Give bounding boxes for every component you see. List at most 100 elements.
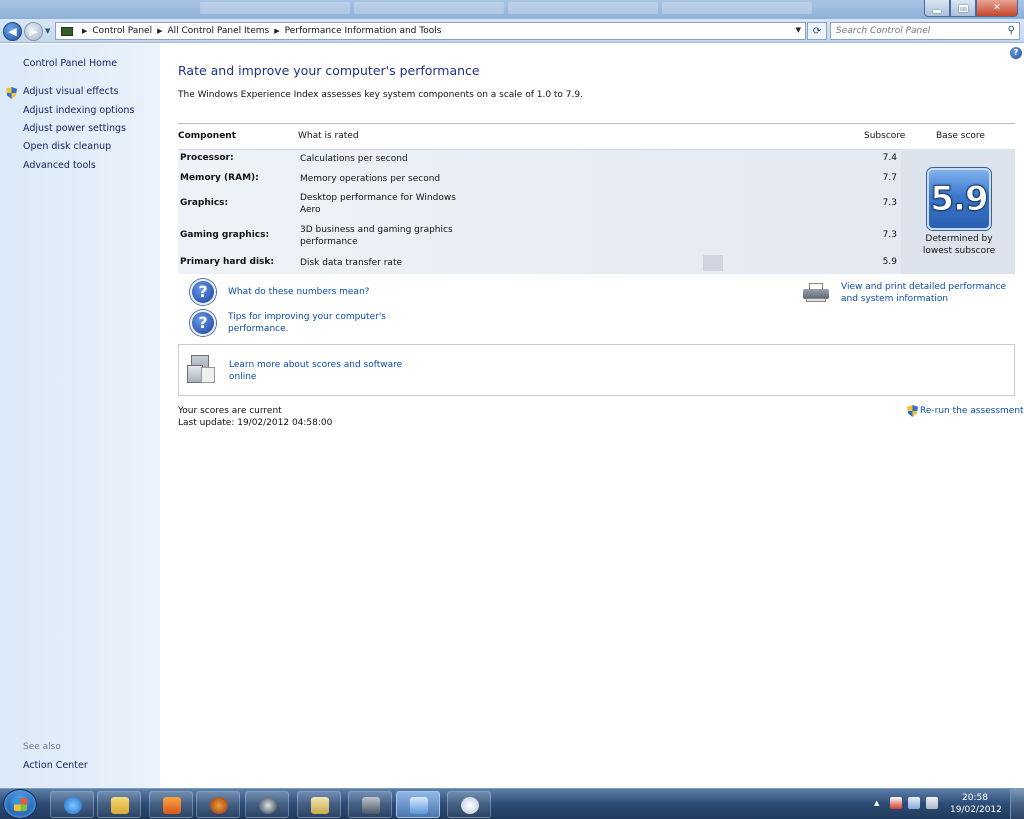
- background-window-tabs: [200, 2, 812, 14]
- last-update-text: Last update: 19/02/2012 04:58:00: [178, 418, 333, 428]
- software-box-icon: [187, 355, 215, 385]
- sidebar-control-panel-home[interactable]: Control Panel Home: [23, 58, 117, 69]
- steam-icon: [259, 797, 277, 814]
- row-memory-label: Memory (RAM):: [180, 173, 259, 183]
- base-score-badge: 5.9: [927, 168, 991, 230]
- clock-date: 19/02/2012: [950, 805, 1002, 815]
- row-processor-desc: Calculations per second: [300, 154, 408, 164]
- sidebar-open-disk-cleanup[interactable]: Open disk cleanup: [23, 141, 111, 152]
- taskbar-explorer[interactable]: [97, 791, 141, 818]
- help-question-icon: ?: [190, 310, 216, 336]
- address-bar[interactable]: ▶ Control Panel ▶ All Control Panel Item…: [55, 22, 806, 40]
- sidebar-adjust-power-settings[interactable]: Adjust power settings: [23, 123, 126, 134]
- row-graphics-label: Graphics:: [180, 198, 229, 208]
- taskbar-steam[interactable]: [245, 791, 289, 818]
- taskbar-app[interactable]: [348, 791, 392, 818]
- link-tips-improving[interactable]: Tips for improving your computer's perfo…: [228, 311, 398, 335]
- forward-arrow-icon: ▶: [29, 25, 38, 38]
- help-question-icon: ?: [190, 279, 216, 305]
- internet-explorer-icon: [64, 797, 82, 814]
- search-icon[interactable]: ⚲: [1008, 25, 1015, 36]
- maximize-icon: [958, 4, 968, 12]
- header-base-score: Base score: [936, 131, 985, 141]
- row-gaming-desc: 3D business and gaming graphics performa…: [300, 225, 453, 247]
- printer-icon: [803, 283, 829, 303]
- app-window-icon: [362, 797, 380, 814]
- header-component: Component: [178, 131, 237, 141]
- taskbar-clock[interactable]: 20:58 19/02/2012: [950, 792, 1002, 816]
- minimize-button[interactable]: [924, 0, 950, 17]
- chevron-right-icon[interactable]: ▶: [157, 27, 162, 35]
- lowest-subscore-highlight: [703, 255, 723, 271]
- row-disk-label: Primary hard disk:: [180, 257, 274, 267]
- forward-button[interactable]: ▶: [24, 22, 43, 41]
- volume-icon[interactable]: [926, 797, 938, 809]
- breadcrumb-all-items[interactable]: All Control Panel Items: [167, 26, 269, 36]
- row-processor-label: Processor:: [180, 153, 234, 163]
- maximize-button[interactable]: [950, 0, 976, 17]
- system-tray: [890, 797, 938, 809]
- breadcrumb-performance[interactable]: Performance Information and Tools: [285, 26, 442, 36]
- taskbar-firefox[interactable]: [196, 791, 240, 818]
- navigation-bar: ◀ ▶ ▼ ▶ Control Panel ▶ All Control Pane…: [0, 19, 1024, 43]
- search-input[interactable]: [836, 26, 1001, 36]
- sidebar-advanced-tools[interactable]: Advanced tools: [23, 160, 96, 171]
- taskbar-paint[interactable]: [447, 791, 491, 818]
- help-icon[interactable]: ?: [1010, 47, 1022, 59]
- taskbar-internet-explorer[interactable]: [50, 791, 94, 818]
- network-icon[interactable]: [908, 797, 920, 809]
- show-hidden-icons-button[interactable]: ▲: [874, 799, 879, 807]
- taskbar-app[interactable]: [297, 791, 341, 818]
- paint-palette-icon: [461, 797, 479, 814]
- link-what-numbers-mean[interactable]: What do these numbers mean?: [228, 286, 369, 298]
- app-window-icon: [311, 797, 329, 814]
- row-memory-subscore: 7.7: [882, 173, 897, 183]
- row-disk-desc: Disk data transfer rate: [300, 258, 403, 268]
- intro-text: The Windows Experience Index assesses ke…: [178, 90, 583, 100]
- firefox-icon: [210, 797, 228, 814]
- control-panel-icon: [410, 797, 428, 814]
- folder-icon: [111, 797, 129, 814]
- refresh-button[interactable]: ⟳: [807, 22, 827, 40]
- taskbar-control-panel[interactable]: [396, 791, 440, 818]
- close-button[interactable]: ✕: [976, 0, 1018, 17]
- sidebar-action-center[interactable]: Action Center: [23, 760, 88, 771]
- sidebar-adjust-indexing-options[interactable]: Adjust indexing options: [23, 105, 134, 116]
- history-dropdown-icon[interactable]: ▼: [45, 27, 50, 35]
- back-button[interactable]: ◀: [3, 22, 22, 41]
- row-gaming-label: Gaming graphics:: [180, 230, 270, 240]
- show-desktop-button[interactable]: [1010, 789, 1024, 819]
- breadcrumb-control-panel[interactable]: Control Panel: [92, 26, 152, 36]
- row-memory-desc: Memory operations per second: [300, 174, 441, 184]
- header-what-is-rated: What is rated: [298, 131, 359, 141]
- scores-current-text: Your scores are current: [178, 406, 282, 416]
- row-disk-subscore: 5.9: [882, 257, 897, 267]
- base-score-note: Determined by lowest subscore: [922, 234, 996, 256]
- search-box: ⚲: [830, 22, 1020, 40]
- chevron-right-icon[interactable]: ▶: [274, 27, 279, 35]
- window-controls: ✕: [924, 0, 1018, 17]
- uac-shield-icon: [907, 405, 918, 417]
- media-player-icon: [163, 797, 181, 814]
- address-dropdown-icon[interactable]: ▼: [796, 26, 801, 34]
- link-learn-more-online[interactable]: Learn more about scores and software onl…: [229, 359, 404, 383]
- link-view-print-details[interactable]: View and print detailed performance and …: [841, 281, 1019, 305]
- clock-time: 20:58: [962, 793, 988, 803]
- taskbar-media-player[interactable]: [149, 791, 193, 818]
- refresh-icon: ⟳: [812, 25, 822, 37]
- control-panel-icon: [61, 26, 73, 36]
- chevron-right-icon[interactable]: ▶: [82, 27, 87, 35]
- minimize-icon: [933, 9, 941, 13]
- start-button[interactable]: [3, 789, 37, 819]
- row-graphics-subscore: 7.3: [882, 198, 897, 208]
- rerun-assessment-link[interactable]: Re-run the assessment: [920, 406, 1024, 416]
- row-graphics-desc: Desktop performance for Windows Aero: [300, 193, 456, 215]
- taskbar: ▲ 20:58 19/02/2012: [0, 788, 1024, 819]
- back-arrow-icon: ◀: [8, 25, 17, 38]
- learn-more-box: Learn more about scores and software onl…: [178, 344, 1015, 396]
- action-center-flag-icon[interactable]: [890, 797, 902, 809]
- sidebar-adjust-visual-effects[interactable]: Adjust visual effects: [23, 86, 119, 97]
- uac-shield-icon: [6, 87, 17, 99]
- row-gaming-subscore: 7.3: [882, 230, 897, 240]
- page-title: Rate and improve your computer's perform…: [178, 63, 480, 78]
